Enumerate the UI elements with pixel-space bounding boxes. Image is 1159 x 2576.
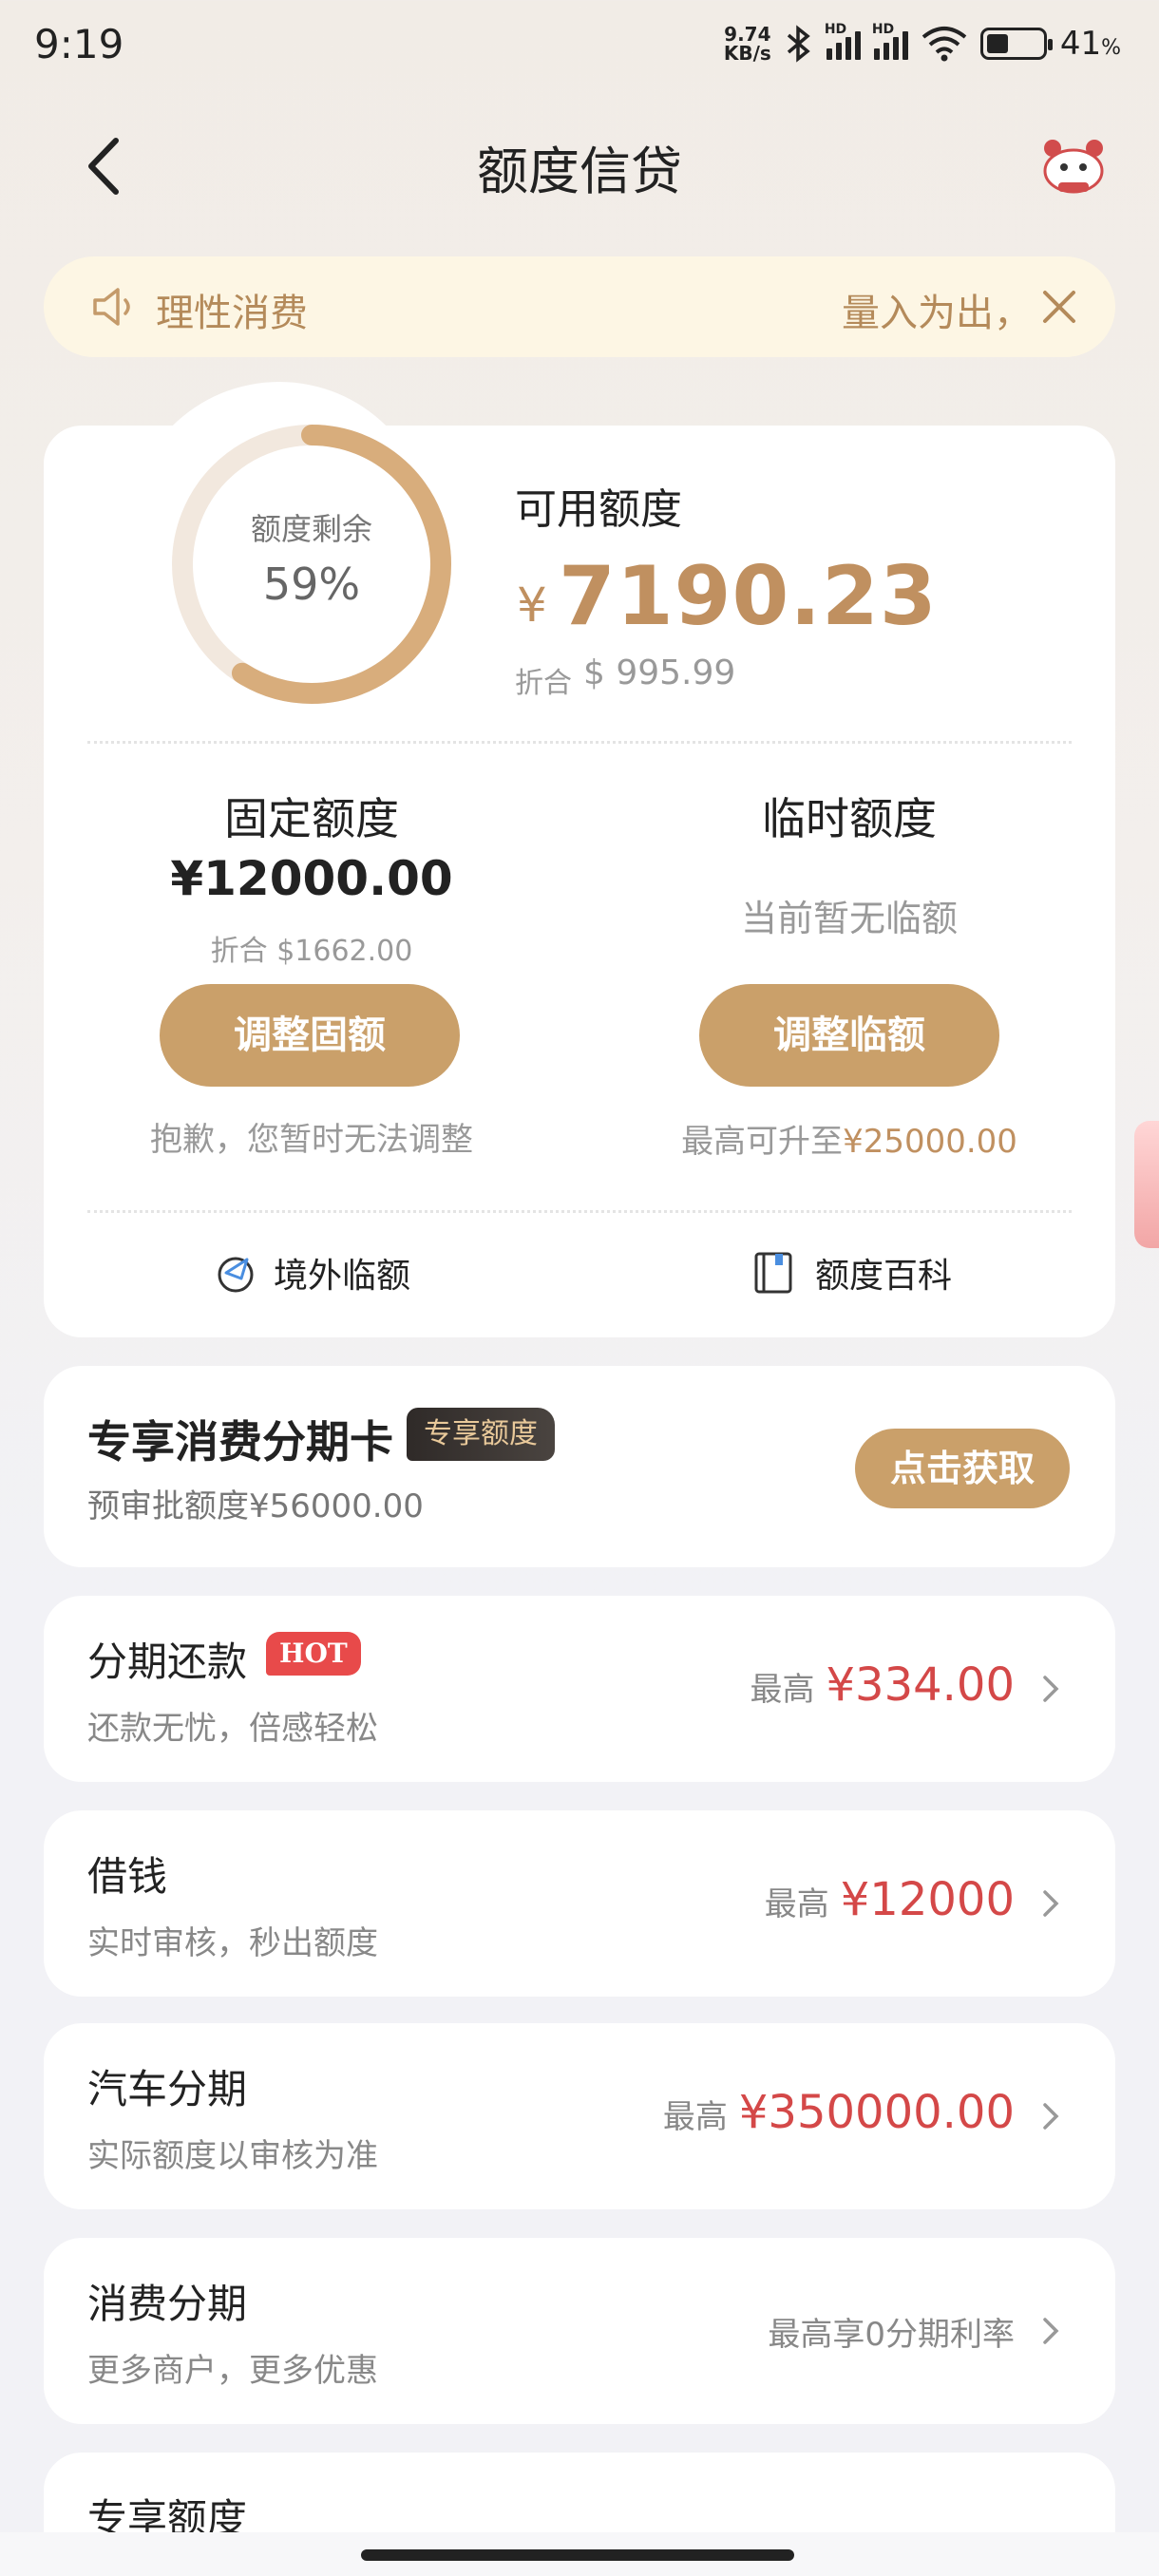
adjust-temp-button[interactable]: 调整临额 xyxy=(699,984,999,1087)
ring-label: 额度剩余 xyxy=(250,511,372,547)
status-time: 9:19 xyxy=(34,21,124,67)
bluetooth-icon xyxy=(787,25,810,63)
adjust-fixed-button[interactable]: 调整固额 xyxy=(160,984,460,1087)
divider xyxy=(87,741,1072,744)
notice-bar[interactable]: 理性消费 量入为出， xyxy=(44,256,1115,357)
available-label: 可用额度 xyxy=(515,485,682,534)
page-title: 额度信贷 xyxy=(477,142,682,201)
notice-text: 理性消费 xyxy=(156,292,308,335)
speaker-icon xyxy=(93,288,130,326)
row-title: 汽车分期 xyxy=(87,2066,248,2112)
book-icon xyxy=(754,1252,792,1294)
row-subtitle: 实际额度以审核为准 xyxy=(87,2137,378,2175)
battery-icon xyxy=(979,28,1053,60)
net-speed: 9.74 KB/s xyxy=(723,23,771,65)
mascot-icon[interactable] xyxy=(1037,133,1110,196)
home-indicator[interactable] xyxy=(361,2549,794,2561)
temp-limit-status: 当前暂无临额 xyxy=(740,898,958,939)
row-value: 最高 ¥334.00 xyxy=(750,1658,1016,1712)
get-exclusive-button[interactable]: 点击获取 xyxy=(855,1429,1070,1508)
row-title: 借钱 xyxy=(87,1853,168,1900)
exclusive-title: 专享消费分期卡 xyxy=(87,1416,393,1468)
fixed-limit-title: 固定额度 xyxy=(224,793,399,844)
available-converted: $ 995.99 xyxy=(583,653,736,692)
available-converted-label: 折合 xyxy=(515,667,572,700)
row-title: 分期还款 xyxy=(87,1638,248,1685)
row-subtitle: 实时审核，秒出额度 xyxy=(87,1924,378,1962)
limit-wiki-link[interactable]: 额度百科 xyxy=(750,1248,952,1297)
row-subtitle: 还款无忧，倍感轻松 xyxy=(87,1710,378,1748)
available-amount: 7190.23 xyxy=(559,549,938,644)
overseas-temp-limit-link[interactable]: 境外临额 xyxy=(213,1248,410,1297)
signal-icon: HD xyxy=(825,22,861,60)
available-currency: ¥ xyxy=(517,578,547,633)
signal-icon-2: HD xyxy=(872,22,908,60)
chevron-right-icon xyxy=(1043,1890,1059,1917)
temp-limit-title: 临时额度 xyxy=(762,793,937,844)
row-title: 消费分期 xyxy=(87,2281,248,2327)
floating-side-tab[interactable] xyxy=(1134,1121,1159,1248)
notice-text-scroll: 量入为出， xyxy=(842,292,1032,335)
row-value: 最高享0分期利率 xyxy=(768,2316,1015,2354)
fixed-limit-amount: ¥12000.00 xyxy=(170,851,453,906)
remaining-percent: 59% xyxy=(262,559,361,610)
fixed-limit-converted: 折合 $1662.00 xyxy=(210,935,413,968)
row-subtitle: 更多商户，更多优惠 xyxy=(87,2352,378,2390)
wifi-icon xyxy=(922,27,967,62)
divider xyxy=(87,1210,1072,1213)
chevron-right-icon xyxy=(1043,2318,1059,2344)
hot-badge: HOT xyxy=(266,1632,361,1676)
status-icons: 9.74 KB/s HD HD 41% xyxy=(723,22,1121,65)
exclusive-subtitle: 预审批额度¥56000.00 xyxy=(87,1487,424,1525)
plane-globe-icon xyxy=(218,1257,254,1293)
fixed-limit-note: 抱歉，您暂时无法调整 xyxy=(150,1121,473,1159)
close-icon[interactable] xyxy=(1039,287,1079,327)
row-value: 最高 ¥350000.00 xyxy=(662,2086,1015,2139)
temp-limit-note: 最高可升至¥25000.00 xyxy=(681,1123,1017,1161)
row-value: 最高 ¥12000 xyxy=(764,1873,1015,1926)
chevron-right-icon xyxy=(1043,1676,1059,1702)
battery-level: 41% xyxy=(1059,25,1121,63)
exclusive-badge: 专享额度 xyxy=(407,1408,555,1461)
chevron-right-icon xyxy=(1043,2103,1059,2130)
